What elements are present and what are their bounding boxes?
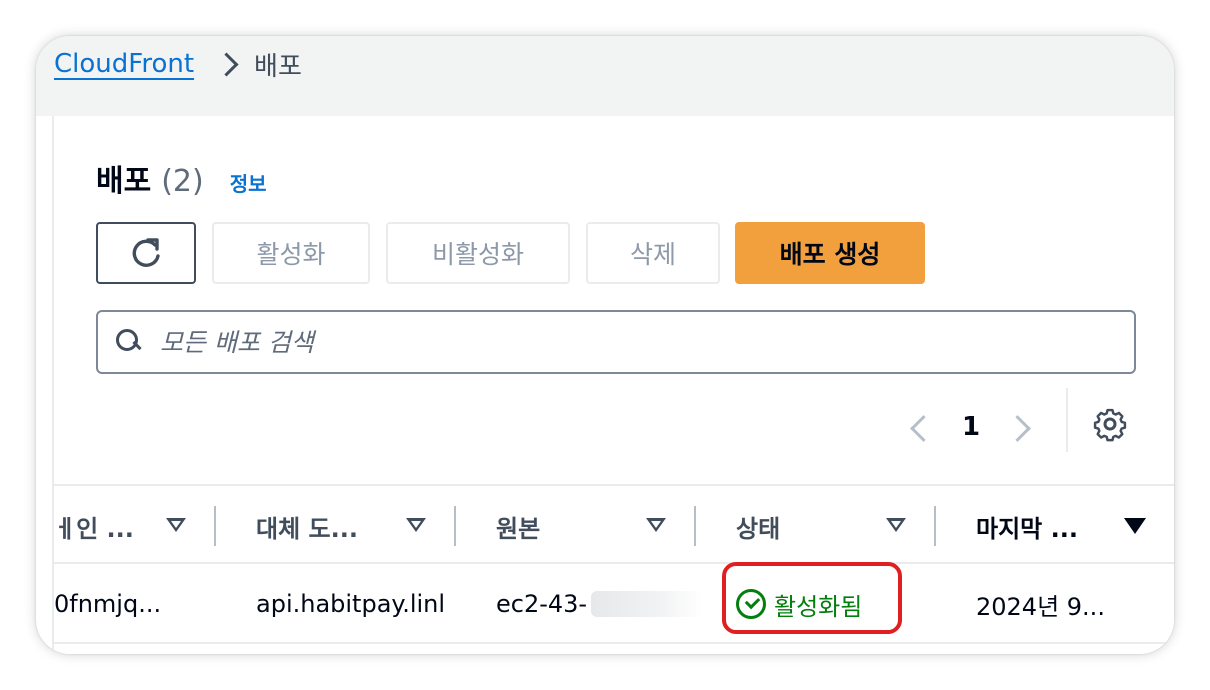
pager-divider <box>1066 388 1068 452</box>
sort-down-icon[interactable] <box>886 518 906 532</box>
deactivate-button[interactable]: 비활성화 <box>386 222 570 284</box>
page-title: 배포 <box>96 164 152 199</box>
search-box[interactable] <box>96 310 1136 374</box>
highlight-annotation <box>722 562 902 634</box>
sort-down-icon[interactable] <box>406 518 426 532</box>
app-window: CloudFront 배포 배포 (2) 정보 활성화 비활성화 삭제 배포 생… <box>36 36 1174 654</box>
distribution-count: (2) <box>161 164 204 199</box>
column-header-origin[interactable]: 원본 <box>496 506 540 546</box>
column-header-status[interactable]: 상태 <box>736 506 780 546</box>
column-header-alternate-domain[interactable]: 대체 도... <box>256 506 358 546</box>
redacted-blur <box>591 591 704 617</box>
chevron-right-icon <box>212 49 246 79</box>
column-header-last-modified[interactable]: 마지막 ... <box>976 506 1078 546</box>
column-divider[interactable] <box>454 506 456 546</box>
header-row-border <box>54 562 1174 564</box>
search-input[interactable] <box>160 327 1060 357</box>
next-page-icon[interactable] <box>1004 407 1034 447</box>
table-top-border <box>54 484 1174 486</box>
top-bar: CloudFront 배포 <box>36 36 1174 116</box>
column-divider[interactable] <box>934 506 936 546</box>
distributions-panel: 배포 (2) 정보 활성화 비활성화 삭제 배포 생성 1 <box>52 116 1174 654</box>
create-distribution-button[interactable]: 배포 생성 <box>735 222 925 284</box>
column-divider[interactable] <box>694 506 696 546</box>
cell-origin: ec2-43- <box>496 584 706 624</box>
delete-button[interactable]: 삭제 <box>586 222 720 284</box>
activate-button[interactable]: 활성화 <box>212 222 370 284</box>
breadcrumb-current: 배포 <box>254 51 302 82</box>
previous-page-icon[interactable] <box>904 407 934 447</box>
sort-down-icon[interactable] <box>646 518 666 532</box>
current-page-number[interactable]: 1 <box>962 412 980 442</box>
info-link[interactable]: 정보 <box>230 168 267 197</box>
row-border <box>54 642 1174 644</box>
refresh-icon <box>132 238 160 267</box>
search-icon <box>114 327 144 357</box>
cell-domain[interactable]: 0fnmjq... <box>54 584 224 624</box>
pagination: 1 <box>904 404 1034 450</box>
column-divider[interactable] <box>214 506 216 546</box>
breadcrumb: CloudFront 배포 <box>54 44 302 84</box>
origin-text: ec2-43- <box>496 590 588 618</box>
sort-descending-icon[interactable] <box>1124 518 1146 534</box>
column-header-domain[interactable]: ㅔ인 ... <box>54 506 134 546</box>
refresh-button[interactable] <box>96 222 196 284</box>
breadcrumb-cloudfront-link[interactable]: CloudFront <box>54 49 194 79</box>
sort-down-icon[interactable] <box>166 518 186 532</box>
cell-last-modified: 2024년 9... <box>976 592 1105 621</box>
cell-alternate-domain: api.habitpay.linl <box>256 590 446 618</box>
panel-header: 배포 (2) 정보 <box>96 156 267 200</box>
settings-gear-icon[interactable] <box>1092 406 1128 442</box>
